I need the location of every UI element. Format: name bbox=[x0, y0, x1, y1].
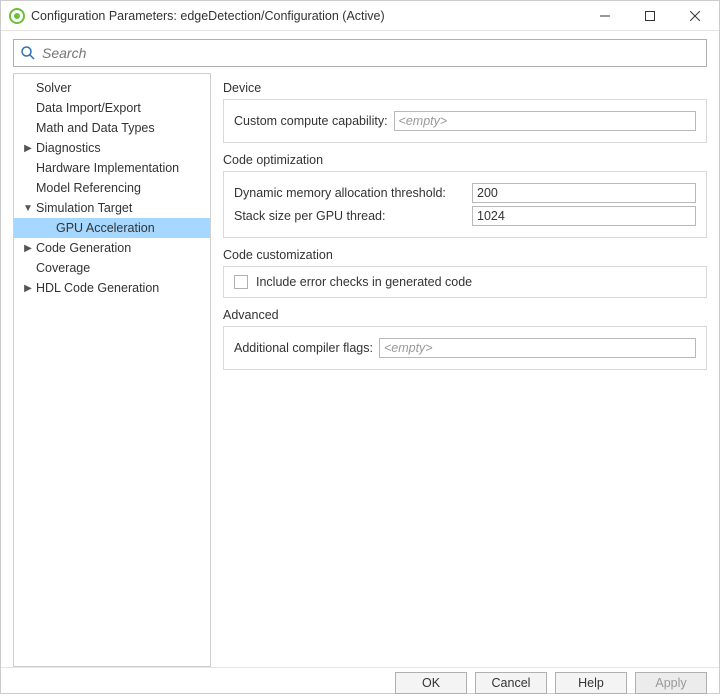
tree-item[interactable]: ▶Code Generation bbox=[14, 238, 210, 258]
tree-item-label: Model Referencing bbox=[36, 181, 141, 195]
caret-right-icon: ▶ bbox=[22, 283, 34, 294]
tree-item-label: Hardware Implementation bbox=[36, 161, 179, 175]
minimize-button[interactable] bbox=[582, 2, 627, 30]
ok-button[interactable]: OK bbox=[395, 672, 467, 694]
stack-size-label: Stack size per GPU thread: bbox=[234, 209, 466, 223]
flags-label: Additional compiler flags: bbox=[234, 341, 373, 355]
custom-compute-label: Custom compute capability: bbox=[234, 114, 388, 128]
device-section: Custom compute capability: bbox=[223, 99, 707, 143]
tree-item[interactable]: Math and Data Types bbox=[14, 118, 210, 138]
advanced-section: Additional compiler flags: bbox=[223, 326, 707, 370]
tree-item[interactable]: Data Import/Export bbox=[14, 98, 210, 118]
caret-right-icon: ▶ bbox=[22, 143, 34, 154]
tree-item-label: Coverage bbox=[36, 261, 90, 275]
tree-item[interactable]: ▶HDL Code Generation bbox=[14, 278, 210, 298]
cancel-button[interactable]: Cancel bbox=[475, 672, 547, 694]
codeopt-section-title: Code optimization bbox=[223, 153, 707, 167]
close-button[interactable] bbox=[672, 2, 717, 30]
tree-item-label: Math and Data Types bbox=[36, 121, 155, 135]
apply-button[interactable]: Apply bbox=[635, 672, 707, 694]
tree-item-label: Simulation Target bbox=[36, 201, 132, 215]
app-icon bbox=[9, 8, 25, 24]
stack-size-input[interactable] bbox=[472, 206, 696, 226]
tree-item[interactable]: Model Referencing bbox=[14, 178, 210, 198]
tree-item[interactable]: Coverage bbox=[14, 258, 210, 278]
custom-compute-input[interactable] bbox=[394, 111, 696, 131]
tree-item-label: Data Import/Export bbox=[36, 101, 141, 115]
category-tree: Solver Data Import/Export Math and Data Ty… bbox=[13, 73, 211, 667]
include-errors-label: Include error checks in generated code bbox=[256, 275, 472, 289]
device-section-title: Device bbox=[223, 81, 707, 95]
search-icon bbox=[20, 45, 36, 61]
dyn-mem-label: Dynamic memory allocation threshold: bbox=[234, 186, 466, 200]
tree-item[interactable]: GPU Acceleration bbox=[14, 218, 210, 238]
tree-item-label: Solver bbox=[36, 81, 71, 95]
codeopt-section: Dynamic memory allocation threshold: Sta… bbox=[223, 171, 707, 238]
tree-item-label: HDL Code Generation bbox=[36, 281, 159, 295]
codecust-section: Include error checks in generated code bbox=[223, 266, 707, 298]
dyn-mem-input[interactable] bbox=[472, 183, 696, 203]
maximize-button[interactable] bbox=[627, 2, 672, 30]
titlebar: Configuration Parameters: edgeDetection/… bbox=[1, 1, 719, 31]
tree-item-label: GPU Acceleration bbox=[56, 221, 155, 235]
codecust-section-title: Code customization bbox=[223, 248, 707, 262]
tree-item[interactable]: Solver bbox=[14, 78, 210, 98]
tree-item[interactable]: ▶Diagnostics bbox=[14, 138, 210, 158]
tree-item-label: Diagnostics bbox=[36, 141, 101, 155]
button-bar: OK Cancel Help Apply bbox=[1, 667, 719, 697]
help-button[interactable]: Help bbox=[555, 672, 627, 694]
caret-right-icon: ▶ bbox=[22, 243, 34, 254]
tree-item[interactable]: ▼Simulation Target bbox=[14, 198, 210, 218]
tree-item[interactable]: Hardware Implementation bbox=[14, 158, 210, 178]
advanced-section-title: Advanced bbox=[223, 308, 707, 322]
caret-down-icon: ▼ bbox=[22, 203, 34, 214]
search-box[interactable] bbox=[13, 39, 707, 67]
settings-panel: Device Custom compute capability: Code o… bbox=[223, 73, 707, 667]
flags-input[interactable] bbox=[379, 338, 696, 358]
search-input[interactable] bbox=[40, 44, 700, 62]
window-title: Configuration Parameters: edgeDetection/… bbox=[31, 9, 582, 23]
include-errors-checkbox[interactable] bbox=[234, 275, 248, 289]
tree-item-label: Code Generation bbox=[36, 241, 131, 255]
